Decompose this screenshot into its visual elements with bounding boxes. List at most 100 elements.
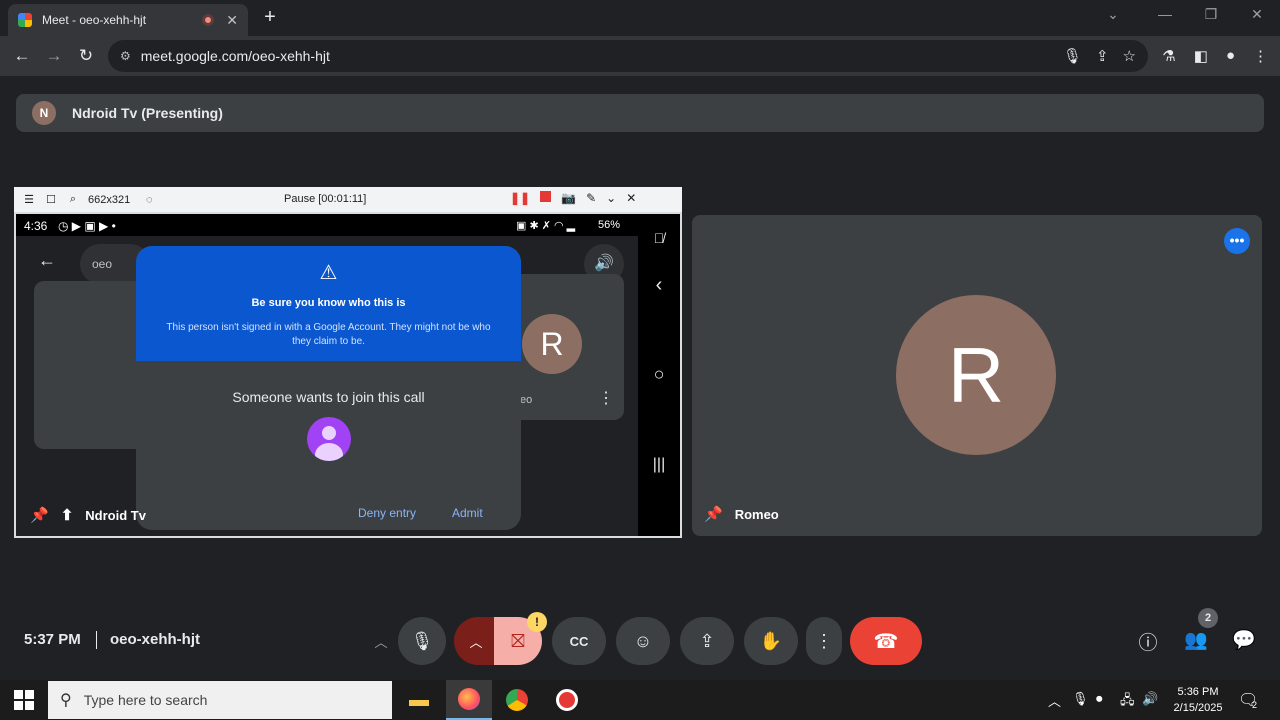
back-arrow-icon[interactable]: ← <box>6 46 38 66</box>
unverified-warning: ⚠ Be sure you know who this is This pers… <box>136 246 521 361</box>
phone-battery: 56% <box>598 219 621 231</box>
profile-icon[interactable]: ● <box>1226 47 1235 65</box>
chat-icon[interactable]: 💬 <box>1231 628 1257 652</box>
phone-screen: ← oeo 🔊 R eo ⋮ ⚠ Be sure you know who th… <box>16 236 640 536</box>
screen-share-tile: 4:36 ◷ ▶ ▣ ▶ • ▣ ✱ ✗ ◠ ▂ 56% ← oeo 🔊 R e… <box>14 212 682 538</box>
window-dimensions: 662x321 <box>88 193 131 206</box>
phone-nav-home-icon[interactable]: ○ <box>638 364 680 385</box>
participant-label: 📌 Romeo <box>704 505 779 523</box>
file-explorer-icon[interactable]: ▬ <box>396 680 442 720</box>
forward-arrow-icon[interactable]: → <box>38 46 70 66</box>
guest-avatar-icon <box>306 417 351 461</box>
zoom-icon[interactable]: ⌕ <box>64 193 82 206</box>
tray-overflow-icon[interactable]: ︿ <box>1048 691 1061 710</box>
notification-count: 2 <box>1252 700 1258 710</box>
bookmark-star-icon[interactable]: ☆ <box>1123 47 1136 65</box>
labs-flask-icon[interactable]: ⚗ <box>1162 47 1175 65</box>
taskbar-search-input[interactable]: ⚲ Type here to search <box>48 681 392 719</box>
tray-volume-icon[interactable]: 🔊 <box>1142 691 1158 707</box>
reload-icon[interactable]: ↻ <box>70 46 102 66</box>
browser-menu-icon[interactable]: ⋮ <box>1253 47 1268 65</box>
captions-button[interactable]: CC <box>552 617 606 665</box>
share-tile-label: 📌 ⬆ Ndroid Tv <box>30 506 146 524</box>
menu-icon[interactable]: ☰ <box>20 193 38 206</box>
warning-icon: ⚠ <box>319 262 338 284</box>
pin-icon[interactable]: 📌 <box>704 505 723 523</box>
minimize-button[interactable]: — <box>1150 6 1180 22</box>
mic-in-use-icon[interactable]: 🎙 <box>1063 47 1082 65</box>
search-icon: ⚲ <box>60 692 72 709</box>
pause-icon[interactable]: ❚❚ <box>510 191 530 205</box>
taskbar-time: 5:36 PM <box>1177 686 1219 698</box>
phone-nav-recents-icon[interactable]: ||| <box>638 456 680 474</box>
camera-warning-badge: ! <box>527 612 547 632</box>
restore-button[interactable]: ❐ <box>1196 6 1226 23</box>
mic-button[interactable]: 🎙 <box>398 617 446 665</box>
admit-button[interactable]: Admit <box>452 506 483 520</box>
phone-status-time: 4:36 <box>24 219 48 233</box>
url-text: meet.google.com/oeo-xehh-hjt <box>140 48 330 64</box>
pen-icon[interactable]: ✎ <box>586 191 596 205</box>
presenting-banner: N Ndroid Tv (Presenting) <box>16 94 1264 132</box>
info-icon[interactable]: ⓘ <box>1135 628 1161 655</box>
people-count-badge: 2 <box>1198 608 1218 628</box>
tray-mic-icon[interactable]: 🎙 <box>1072 691 1089 707</box>
participant-tile: ••• R 📌 Romeo <box>692 215 1262 536</box>
address-bar[interactable]: ⚙ meet.google.com/oeo-xehh-hjt 🎙 ⇪ ☆ <box>108 40 1148 72</box>
emoji-button[interactable]: ☺ <box>616 617 670 665</box>
raise-hand-button[interactable]: ✋ <box>744 617 798 665</box>
present-button[interactable]: ⇪ <box>680 617 734 665</box>
close-recorder-icon[interactable]: ✕ <box>626 191 636 205</box>
meet-favicon-icon <box>18 13 32 27</box>
tray-network-icon[interactable]: 🖧 <box>1120 691 1135 713</box>
deny-entry-button[interactable]: Deny entry <box>358 506 416 520</box>
drop-icon[interactable]: ◌ <box>140 194 158 206</box>
windows-taskbar: ⚲ Type here to search ▬ ︿ 🎙 ⏺ 🖧 🔊 5:36 P… <box>0 680 1280 720</box>
join-prompt: Someone wants to join this call <box>232 389 425 405</box>
phone-status-icons: ▣ ✱ ✗ ◠ ▂ <box>516 220 576 232</box>
meeting-clock: 5:37 PM <box>24 631 81 648</box>
close-window-button[interactable]: ✕ <box>1242 6 1272 23</box>
screen-recorder-app-icon[interactable] <box>544 680 590 720</box>
audio-options-chevron-icon[interactable]: ︿ <box>366 617 396 665</box>
stop-record-icon[interactable] <box>540 191 552 202</box>
recording-status: Pause [00:01:11] <box>284 193 367 205</box>
fullscreen-icon[interactable]: ☐ <box>42 193 60 206</box>
hangup-button[interactable]: ☎ <box>850 617 922 665</box>
taskbar-clock[interactable]: 5:36 PM 2/15/2025 <box>1170 684 1226 716</box>
presenter-avatar: N <box>32 101 56 125</box>
more-options-button[interactable]: ••• <box>1224 228 1250 254</box>
firefox-icon[interactable] <box>446 680 492 720</box>
site-info-icon[interactable]: ⚙ <box>120 49 131 63</box>
phone-mic-off-icon[interactable]: 🎙̸ <box>638 230 680 246</box>
browser-tab[interactable]: Meet - oeo-xehh-hjt ✕ <box>8 4 248 36</box>
pin-icon[interactable]: 📌 <box>30 506 49 524</box>
tab-search-chevron-icon[interactable]: ⌄ <box>1098 6 1128 23</box>
windows-start-icon[interactable] <box>14 690 34 710</box>
video-options-chevron-icon[interactable]: ︿ <box>454 617 498 665</box>
phone-nav-bar: 🎙̸ ‹ ○ ||| <box>638 214 680 536</box>
search-placeholder: Type here to search <box>83 692 208 708</box>
people-icon[interactable]: 👥 <box>1183 628 1209 652</box>
phone-back-icon[interactable]: ← <box>38 250 56 271</box>
phone-nav-back-icon[interactable]: ‹ <box>638 274 680 297</box>
new-tab-button[interactable]: + <box>258 6 282 29</box>
more-options-icon[interactable]: ⋮ <box>806 617 842 665</box>
side-panel-icon[interactable]: ◧ <box>1194 47 1208 65</box>
recording-indicator-icon <box>202 14 215 26</box>
collapse-icon[interactable]: ⌄ <box>606 191 616 205</box>
browser-toolbar: ← → ↻ ⚙ meet.google.com/oeo-xehh-hjt 🎙 ⇪… <box>0 36 1280 76</box>
taskbar-date: 2/15/2025 <box>1173 702 1223 714</box>
meeting-code: oeo-xehh-hjt <box>110 631 200 648</box>
tab-close-button[interactable]: ✕ <box>226 12 238 29</box>
chrome-icon[interactable] <box>494 680 540 720</box>
phone-more-icon[interactable]: ⋮ <box>598 388 614 408</box>
camera-icon[interactable]: 📷 <box>561 191 576 205</box>
tray-record-icon[interactable]: ⏺ <box>1096 691 1103 707</box>
phone-participant-avatar: R <box>522 314 582 374</box>
share-tile-name: Ndroid Tv <box>85 507 146 523</box>
share-page-icon[interactable]: ⇪ <box>1096 47 1109 65</box>
presenting-label: Ndroid Tv (Presenting) <box>72 105 223 121</box>
phone-notification-icons: ◷ ▶ ▣ ▶ • <box>58 219 116 233</box>
present-screen-icon[interactable]: ⬆ <box>61 506 74 524</box>
